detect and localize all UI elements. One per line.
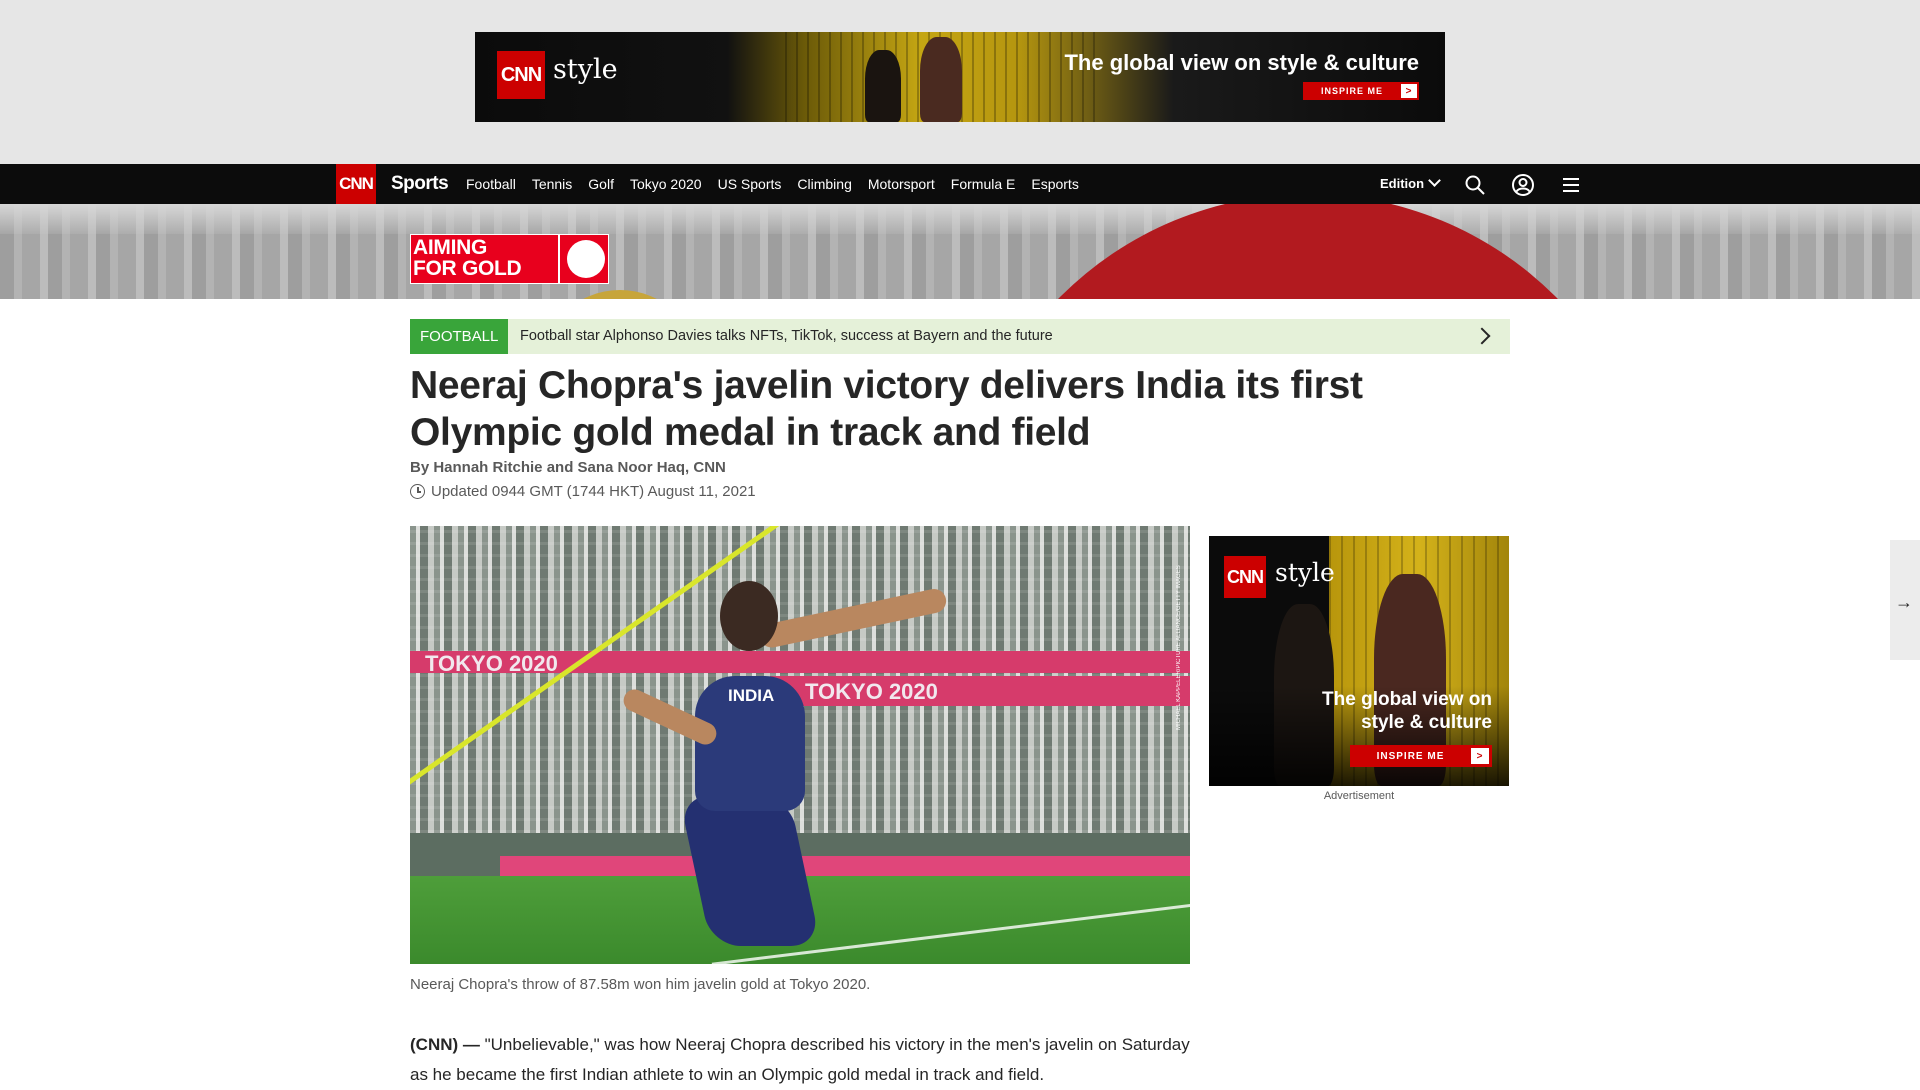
badge-title: AIMING FOR GOLD (413, 236, 522, 280)
article-timestamp: Updated 0944 GMT (1744 HKT) August 11, 2… (410, 483, 756, 500)
top-nav: CNN Sports Football Tennis Golf Tokyo 20… (0, 164, 1920, 204)
menu-icon[interactable] (1559, 173, 1583, 197)
arrow-right-icon: → (1895, 592, 1913, 612)
banner-gold-disc (540, 290, 700, 299)
search-icon[interactable] (1463, 173, 1487, 197)
next-article-tab[interactable]: → (1890, 540, 1920, 660)
top-ad-strip: CNN style The global view on style & cul… (0, 0, 1920, 164)
cnn-logo: CNN (497, 51, 545, 99)
side-ad[interactable]: CNN style The global view on style & cul… (1209, 536, 1509, 786)
nav-link-formula-e[interactable]: Formula E (951, 176, 1016, 192)
photo-ad-board (500, 856, 1190, 878)
chevron-right-icon[interactable] (1473, 327, 1491, 345)
clock-icon (410, 484, 425, 499)
ad-brand: style (1275, 558, 1335, 587)
nav-link-tennis[interactable]: Tennis (532, 176, 572, 192)
badge-divider (558, 235, 560, 283)
nav-link-us-sports[interactable]: US Sports (718, 176, 782, 192)
photo-credit: MICHAEL KAPPELER/PICTURE ALLIANCE/GETTY … (1176, 565, 1182, 730)
badge-dot-icon (567, 240, 605, 278)
nav-links: Football Tennis Golf Tokyo 2020 US Sport… (466, 164, 1095, 204)
cnn-logo: CNN (1224, 556, 1266, 598)
ad-cta-label: INSPIRE ME (1376, 750, 1445, 762)
nav-link-golf[interactable]: Golf (588, 176, 614, 192)
badge-line-2: FOR GOLD (413, 257, 522, 280)
photo-athlete-head (720, 581, 778, 651)
ad-model-figure (865, 50, 901, 122)
nav-link-tokyo-2020[interactable]: Tokyo 2020 (630, 176, 702, 192)
edition-selector[interactable]: Edition (1380, 174, 1441, 191)
strip-category-tag[interactable]: FOOTBALL (410, 319, 509, 354)
article-source: (CNN) — (410, 1035, 480, 1054)
strip-headline-link[interactable]: Football star Alphonso Davies talks NFTs… (520, 328, 1053, 344)
article-paragraph: (CNN) — "Unbelievable," was how Neeraj C… (410, 1030, 1210, 1090)
ad-brand: style (553, 54, 618, 85)
account-icon[interactable] (1511, 173, 1535, 197)
ad-cta-button[interactable]: INSPIRE ME > (1350, 745, 1492, 767)
ad-cta-arrow-icon: > (1401, 84, 1417, 98)
ad-tagline: The global view on style & culture (1064, 50, 1419, 75)
photo-board-text: TOKYO 2020 (425, 651, 558, 676)
photo-jersey-text: INDIA (728, 686, 775, 705)
badge-line-1: AIMING (413, 236, 488, 259)
ad-cta-button[interactable]: INSPIRE ME > (1303, 82, 1419, 100)
ad-model-figure (920, 37, 962, 122)
nav-link-esports[interactable]: Esports (1031, 176, 1078, 192)
article-byline: By Hannah Ritchie and Sana Noor Haq, CNN (410, 459, 726, 476)
timestamp-text: Updated 0944 GMT (1744 HKT) August 11, 2… (431, 483, 756, 500)
nav-link-motorsport[interactable]: Motorsport (868, 176, 935, 192)
related-story-strip[interactable]: FOOTBALL Football star Alphonso Davies t… (410, 319, 1510, 354)
top-ad-banner[interactable]: CNN style The global view on style & cul… (475, 32, 1445, 122)
nav-section-title[interactable]: Sports (391, 173, 449, 195)
page-title: Neeraj Chopra's javelin victory delivers… (410, 364, 1363, 454)
nav-link-climbing[interactable]: Climbing (797, 176, 851, 192)
article-main-photo[interactable]: TOKYO 2020 TOKYO 2020 INDIA MICHAEL KAPP… (410, 526, 1190, 964)
cnn-logo[interactable]: CNN (336, 164, 376, 204)
article-body-text: "Unbelievable," was how Neeraj Chopra de… (410, 1035, 1190, 1084)
nav-link-football[interactable]: Football (466, 176, 516, 192)
edition-label: Edition (1380, 176, 1425, 191)
aiming-for-gold-banner[interactable]: AIMING FOR GOLD (0, 204, 1920, 299)
banner-sky (0, 204, 1920, 234)
aiming-for-gold-badge[interactable]: AIMING FOR GOLD (410, 234, 609, 284)
photo-board-text: TOKYO 2020 (805, 679, 938, 704)
advertisement-label: Advertisement (1323, 790, 1395, 802)
chevron-down-icon (1428, 174, 1441, 187)
ad-tagline: The global view on style & culture (1322, 689, 1492, 733)
ad-cta-label: INSPIRE ME (1320, 86, 1383, 96)
photo-caption: Neeraj Chopra's throw of 87.58m won him … (410, 976, 871, 993)
ad-cta-arrow-icon: > (1471, 748, 1489, 764)
